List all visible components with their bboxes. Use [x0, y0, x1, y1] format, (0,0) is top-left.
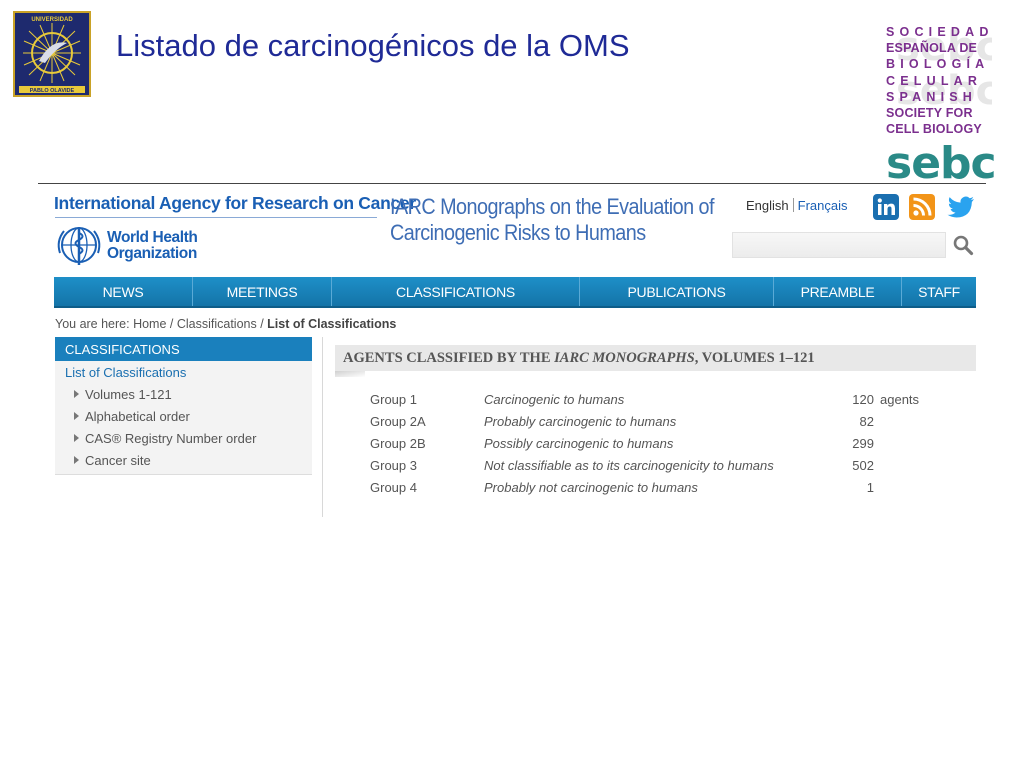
sidebar-item-label: CAS® Registry Number order	[85, 430, 257, 446]
sidebar-item-cancer-site[interactable]: Cancer site	[55, 449, 312, 471]
linkedin-icon[interactable]	[873, 194, 899, 220]
sidebar-title[interactable]: CLASSIFICATIONS	[55, 337, 312, 361]
nav-publications[interactable]: PUBLICATIONS	[580, 277, 774, 306]
nav-news[interactable]: NEWS	[54, 277, 193, 306]
agents-heading-part2: , VOLUMES 1–121	[694, 349, 815, 366]
group-count: 82	[859, 414, 874, 429]
who-name-line: World Health	[107, 229, 198, 246]
group-name: Group 2B	[370, 436, 426, 451]
brand-underline	[55, 217, 377, 218]
sidebar-item-volumes[interactable]: Volumes 1-121	[55, 383, 312, 405]
breadcrumb-current: List of Classifications	[267, 317, 397, 331]
heading-shadow	[335, 371, 365, 377]
sidebar-item-alphabetical[interactable]: Alphabetical order	[55, 405, 312, 427]
lang-french-link[interactable]: Français	[798, 198, 848, 213]
slide-divider	[38, 183, 986, 184]
breadcrumb: You are here: Home / Classifications / L…	[55, 317, 396, 331]
sebc-word: sebc	[886, 138, 997, 189]
seal-bottom-text: PABLO OLAVIDE	[30, 88, 75, 94]
breadcrumb-trail[interactable]: You are here: Home / Classifications /	[55, 317, 267, 331]
sebc-line: CELL BIOLOGY	[886, 122, 982, 137]
sidebar-item-label: Cancer site	[85, 452, 151, 468]
iarc-brand[interactable]: International Agency for Research on Can…	[54, 193, 416, 214]
who-name-line: Organization	[107, 245, 197, 262]
search-input[interactable]	[732, 232, 946, 258]
university-seal-icon: UNIVERSIDAD PABLO OLAVIDE	[15, 13, 89, 95]
group-name: Group 4	[370, 480, 417, 495]
table-row[interactable]: Group 2B Possibly carcinogenic to humans…	[370, 433, 930, 455]
table-row[interactable]: Group 2A Probably carcinogenic to humans…	[370, 411, 930, 433]
twitter-icon[interactable]	[946, 194, 976, 220]
table-row[interactable]: Group 1 Carcinogenic to humans 120 agent…	[370, 389, 930, 411]
group-unit: agents	[880, 392, 920, 407]
lang-english-link[interactable]: English	[746, 198, 789, 213]
group-name: Group 2A	[370, 414, 426, 429]
agents-heading-italic: IARC MONOGRAPHS	[554, 349, 695, 366]
agents-heading-part1: AGENTS CLASSIFIED BY THE	[343, 349, 551, 366]
sebc-line: ESPAÑOLA DE	[886, 41, 978, 56]
sidebar-item-label: Alphabetical order	[85, 408, 190, 424]
group-name: Group 1	[370, 392, 417, 407]
groups-table: Group 1 Carcinogenic to humans 120 agent…	[370, 389, 930, 499]
sidebar-item-label: Volumes 1-121	[85, 386, 172, 402]
main-nav: NEWS MEETINGS CLASSIFICATIONS PUBLICATIO…	[54, 277, 976, 308]
nav-preamble[interactable]: PREAMBLE	[774, 277, 902, 306]
nav-classifications[interactable]: CLASSIFICATIONS	[332, 277, 580, 306]
who-name[interactable]: World Health Organization	[107, 230, 198, 262]
who-emblem-icon[interactable]	[54, 223, 104, 269]
content-divider	[322, 337, 323, 517]
sidebar-item-cas-registry[interactable]: CAS® Registry Number order	[55, 427, 312, 449]
triangle-right-icon	[74, 390, 79, 398]
sebc-logo: sebc sebc SOCIEDAD ESPAÑOLA DE BIOLOGÍA …	[886, 24, 997, 186]
triangle-right-icon	[74, 434, 79, 442]
group-description: Probably carcinogenic to humans	[484, 414, 677, 429]
nav-staff[interactable]: STAFF	[902, 277, 976, 306]
group-count: 1	[866, 480, 874, 495]
group-count: 502	[852, 458, 874, 473]
sebc-line: SPANISH	[886, 89, 978, 104]
sebc-line: SOCIETY FOR	[886, 106, 973, 121]
triangle-right-icon	[74, 412, 79, 420]
seal-top-text: UNIVERSIDAD	[31, 17, 73, 23]
monographs-title-line: Carcinogenic Risks to Humans	[390, 220, 646, 245]
table-row[interactable]: Group 4 Probably not carcinogenic to hum…	[370, 477, 930, 499]
university-seal-logo: UNIVERSIDAD PABLO OLAVIDE	[13, 11, 91, 97]
group-description: Carcinogenic to humans	[484, 392, 625, 407]
group-count: 120	[852, 392, 874, 407]
sebc-line: BIOLOGÍA	[886, 57, 990, 72]
sidebar-item-list-of-classifications[interactable]: List of Classifications	[55, 361, 312, 383]
sidebar: CLASSIFICATIONS List of Classifications …	[55, 337, 312, 475]
triangle-right-icon	[74, 456, 79, 464]
monographs-title[interactable]: IARC Monographs on the Evaluation of Car…	[390, 194, 715, 246]
sebc-line: CELULAR	[886, 73, 983, 88]
slide-title: Listado de carcinogénicos de la OMS	[116, 28, 630, 63]
language-switcher: English Français	[746, 198, 848, 213]
group-description: Not classifiable as to its carcinogenici…	[484, 458, 774, 473]
group-name: Group 3	[370, 458, 417, 473]
lang-separator	[792, 198, 794, 212]
sebc-line: SOCIEDAD	[886, 25, 994, 39]
table-row[interactable]: Group 3 Not classifiable as to its carci…	[370, 455, 930, 477]
monographs-title-line: IARC Monographs on the Evaluation of	[390, 194, 715, 219]
search-icon[interactable]	[952, 234, 974, 256]
group-count: 299	[852, 436, 874, 451]
group-description: Probably not carcinogenic to humans	[484, 480, 698, 495]
nav-meetings[interactable]: MEETINGS	[193, 277, 332, 306]
group-description: Possibly carcinogenic to humans	[484, 436, 674, 451]
sidebar-item-label: List of Classifications	[65, 364, 187, 380]
agents-heading: AGENTS CLASSIFIED BY THE IARC MONOGRAPHS…	[335, 345, 976, 371]
rss-icon[interactable]	[909, 194, 935, 220]
